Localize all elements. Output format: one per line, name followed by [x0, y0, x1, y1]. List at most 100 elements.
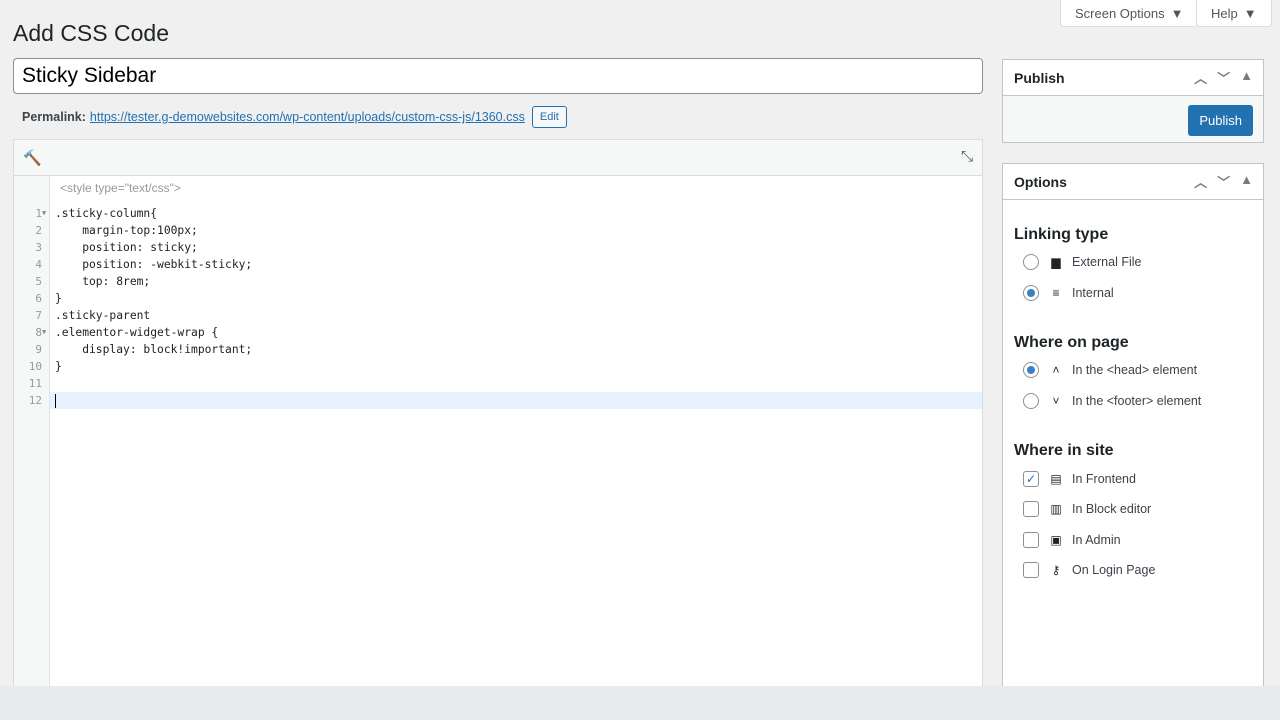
caret-down-icon: ▼	[1243, 5, 1257, 21]
code-line[interactable]: 1 ▼ .sticky-column{	[35, 205, 982, 222]
publish-box: Publish ︿ ﹀ ▲ Publish	[1002, 59, 1264, 143]
title-input[interactable]	[13, 58, 983, 94]
code-text: }	[55, 360, 62, 373]
page-title: Add CSS Code	[13, 20, 169, 46]
options-title: Options	[1014, 174, 1067, 190]
option-label: On Login Page	[1072, 563, 1156, 577]
file-code-icon: ▆	[1051, 255, 1061, 269]
code-text: position: -webkit-sticky;	[55, 258, 253, 271]
radio-footer[interactable]	[1023, 393, 1039, 409]
code-line[interactable]: 10}	[29, 358, 982, 375]
permalink: Permalink: https://tester.g-demowebsites…	[22, 106, 567, 128]
line-number: 11	[28, 377, 42, 390]
help-button[interactable]: Help ▼	[1196, 0, 1272, 27]
line-number: 12	[28, 394, 42, 407]
toggle-icon[interactable]: ▲	[1240, 172, 1253, 191]
code-text: position: sticky;	[55, 241, 198, 254]
screen-options-button[interactable]: Screen Options ▼	[1060, 0, 1199, 27]
text-cursor	[55, 394, 56, 408]
permalink-id: 1360	[474, 110, 503, 124]
hammer-icon[interactable]: 🔨	[23, 149, 42, 167]
layout-icon: ▤	[1050, 472, 1062, 486]
option-label: In Admin	[1072, 533, 1121, 547]
code-line[interactable]: 8 ▼ .elementor-widget-wrap {	[35, 324, 982, 341]
option-external-file[interactable]: ▆ External File	[1023, 254, 1141, 270]
checkbox-frontend[interactable]: ✓	[1023, 471, 1039, 487]
style-tag: <style type="text/css">	[60, 181, 181, 195]
caret-down-icon: ▼	[1170, 5, 1184, 21]
option-login[interactable]: ⚷ On Login Page	[1023, 562, 1155, 578]
radio-external-file[interactable]	[1023, 254, 1039, 270]
screen-options-label: Screen Options	[1075, 5, 1165, 21]
radio-head[interactable]	[1023, 362, 1039, 378]
option-label: Internal	[1072, 286, 1114, 300]
code-line[interactable]: 2 margin-top:100px;	[35, 222, 982, 239]
line-number: 3	[35, 241, 42, 254]
chevron-up-icon: ˄	[1052, 363, 1060, 377]
code-line[interactable]: 12	[29, 392, 982, 409]
code-line[interactable]: 9 display: block!important;	[35, 341, 982, 358]
line-number: 7	[35, 309, 42, 322]
line-number: 8	[35, 326, 42, 339]
publish-title: Publish	[1014, 70, 1065, 86]
code-text: top: 8rem;	[55, 275, 151, 288]
permalink-link[interactable]: https://tester.g-demowebsites.com/wp-con…	[90, 110, 525, 124]
code-line[interactable]: 5 top: 8rem;	[35, 273, 982, 290]
code-text: display: block!important;	[55, 343, 253, 356]
line-number: 2	[35, 224, 42, 237]
option-label: In Block editor	[1072, 502, 1152, 516]
code-area[interactable]: <style type="text/css"> 1 ▼ .sticky-column…	[29, 176, 982, 688]
option-frontend[interactable]: ✓ ▤ In Frontend	[1023, 471, 1136, 487]
permalink-url: https://tester.g-demowebsites.com/wp-con…	[89, 110, 475, 124]
fold-icon[interactable]: ▼	[42, 205, 46, 222]
dashboard-icon: ▣	[1050, 533, 1062, 547]
code-text: margin-top:100px;	[55, 224, 198, 237]
bottom-bar	[0, 686, 1280, 720]
option-head[interactable]: ˄ In the <head> element	[1023, 362, 1197, 378]
help-label: Help	[1211, 5, 1238, 21]
toggle-icon[interactable]: ▲	[1240, 68, 1253, 87]
code-line[interactable]: 6}	[35, 290, 982, 307]
permalink-ext: .css	[502, 110, 525, 124]
checkbox-block-editor[interactable]	[1023, 501, 1039, 517]
checkbox-admin[interactable]	[1023, 532, 1039, 548]
option-label: External File	[1072, 255, 1142, 269]
edit-permalink-button[interactable]: Edit	[531, 106, 567, 128]
chevron-up-icon[interactable]: ︿	[1194, 172, 1207, 191]
checkbox-login[interactable]	[1023, 562, 1039, 578]
line-number: 5	[35, 275, 42, 288]
code-line[interactable]: 3 position: sticky;	[35, 239, 982, 256]
linking-type-heading: Linking type	[1014, 226, 1109, 243]
line-number: 4	[35, 258, 42, 271]
option-label: In Frontend	[1072, 472, 1136, 486]
chevron-down-icon: ˅	[1052, 394, 1060, 408]
option-label: In the <footer> element	[1072, 394, 1202, 408]
option-footer[interactable]: ˅ In the <footer> element	[1023, 393, 1201, 409]
editor-toolbar: 🔨 ⤡	[14, 140, 982, 176]
code-text: .elementor-widget-wrap {	[55, 326, 219, 339]
permalink-label: Permalink:	[22, 110, 86, 124]
code-line[interactable]: 11	[29, 375, 982, 392]
fold-icon[interactable]: ▼	[42, 324, 46, 341]
option-block-editor[interactable]: ▥ In Block editor	[1023, 501, 1151, 517]
line-number: 1	[35, 207, 42, 220]
line-number: 9	[35, 343, 42, 356]
chevron-down-icon[interactable]: ﹀	[1217, 172, 1230, 191]
option-label: In the <head> element	[1072, 363, 1198, 377]
option-admin[interactable]: ▣ In Admin	[1023, 532, 1121, 548]
code-text: .sticky-column{	[55, 207, 158, 220]
code-editor[interactable]: 🔨 ⤡ <style type="text/css"> 1 ▼ .sticky-co…	[13, 139, 983, 689]
options-box: Options ︿ ﹀ ▲ Linking type ▆ External File …	[1002, 163, 1264, 693]
publish-button[interactable]: Publish	[1188, 105, 1253, 136]
radio-internal[interactable]	[1023, 285, 1039, 301]
fullscreen-icon[interactable]: ⤡	[961, 148, 973, 165]
line-number: 10	[28, 360, 42, 373]
code-line[interactable]: 4 position: -webkit-sticky;	[35, 256, 982, 273]
code-text: }	[55, 292, 62, 305]
chevron-down-icon[interactable]: ﹀	[1217, 68, 1230, 87]
code-line[interactable]: 7 .sticky-parent	[35, 307, 982, 324]
chevron-up-icon[interactable]: ︿	[1194, 68, 1207, 87]
block-layout-icon: ▥	[1050, 502, 1062, 516]
option-internal[interactable]: ≡ Internal	[1023, 285, 1114, 301]
line-number: 6	[35, 292, 42, 305]
